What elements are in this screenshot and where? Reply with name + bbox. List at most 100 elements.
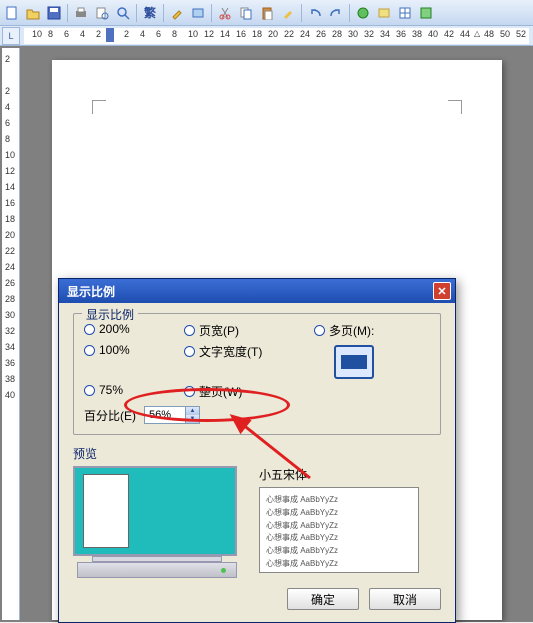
cut-icon[interactable]: [215, 3, 235, 23]
hr-icon[interactable]: [374, 3, 394, 23]
ok-button[interactable]: 确定: [287, 588, 359, 610]
ruler-tick: 28: [332, 29, 342, 39]
ruler-tick: 30: [5, 310, 15, 320]
brush-icon[interactable]: [167, 3, 187, 23]
ruler-tick: 2: [5, 86, 10, 96]
ruler-tick: 2: [5, 54, 10, 64]
sample-line: 心想事成 AaBbYyZz: [266, 507, 412, 520]
ruler-tick: 50: [500, 29, 510, 39]
sample-line: 心想事成 AaBbYyZz: [266, 532, 412, 545]
percent-label: 百分比(E): [84, 407, 136, 424]
ruler-tick: 34: [5, 342, 15, 352]
redo-icon[interactable]: [326, 3, 346, 23]
ruler-tick: 2: [124, 29, 129, 39]
ruler-tick: 24: [300, 29, 310, 39]
radio-wholepage[interactable]: 整页(W): [184, 383, 314, 400]
ruler-tick: 42: [444, 29, 454, 39]
horizontal-ruler[interactable]: 10 8 6 4 2 2 4 6 8 10 12 14 16 18 20 22 …: [24, 28, 529, 44]
vertical-ruler[interactable]: 2 2 4 6 8 10 12 14 16 18 20 22 24 26 28 …: [2, 48, 20, 620]
open-icon[interactable]: [23, 3, 43, 23]
ruler-tick: 34: [380, 29, 390, 39]
ruler-tick: 36: [5, 358, 15, 368]
group-title: 显示比例: [82, 306, 138, 323]
radio-75[interactable]: 75%: [84, 383, 184, 397]
zoom-group: 显示比例 200% 页宽(P) 多页(M): 100% 文字宽度(T) 75% …: [73, 313, 441, 435]
cancel-button[interactable]: 取消: [369, 588, 441, 610]
ruler-tick: 16: [236, 29, 246, 39]
zoom-dialog: 显示比例 ✕ 显示比例 200% 页宽(P) 多页(M): 100% 文字宽度(…: [58, 278, 456, 623]
dialog-title: 显示比例: [67, 283, 115, 300]
font-sample-label: 小五宋体: [259, 466, 419, 483]
sample-line: 心想事成 AaBbYyZz: [266, 494, 412, 507]
doc-icon[interactable]: [416, 3, 436, 23]
ruler-tick: 10: [188, 29, 198, 39]
format-icon[interactable]: [278, 3, 298, 23]
radio-100[interactable]: 100%: [84, 343, 184, 357]
ruler-tick: 6: [156, 29, 161, 39]
ruler-tick: 2: [96, 29, 101, 39]
ruler-tick: 12: [5, 166, 15, 176]
margin-corner-icon: [92, 100, 106, 114]
find-icon[interactable]: [188, 3, 208, 23]
ruler-tick: 6: [5, 118, 10, 128]
copy-icon[interactable]: [236, 3, 256, 23]
ruler-row: L 10 8 6 4 2 2 4 6 8 10 12 14 16 18 20 2…: [0, 26, 533, 46]
ruler-tick: 8: [48, 29, 53, 39]
ruler-tick: 4: [80, 29, 85, 39]
ruler-tick: 4: [5, 102, 10, 112]
ruler-tick: 4: [140, 29, 145, 39]
preview-icon[interactable]: [92, 3, 112, 23]
ruler-tick: 14: [5, 182, 15, 192]
ruler-tick: 8: [5, 134, 10, 144]
table-icon[interactable]: [395, 3, 415, 23]
link-icon[interactable]: [353, 3, 373, 23]
ruler-tick: 18: [252, 29, 262, 39]
radio-textwidth[interactable]: 文字宽度(T): [184, 343, 314, 360]
monitor-screen-icon: [73, 466, 237, 556]
undo-icon[interactable]: [305, 3, 325, 23]
ruler-corner-icon[interactable]: L: [2, 27, 20, 45]
preview-label: 预览: [73, 445, 441, 462]
ruler-tick: 32: [364, 29, 374, 39]
dialog-titlebar[interactable]: 显示比例 ✕: [59, 279, 455, 303]
paste-icon[interactable]: [257, 3, 277, 23]
spin-down-icon[interactable]: ▼: [185, 415, 199, 423]
print-icon[interactable]: [71, 3, 91, 23]
radio-pagewidth[interactable]: 页宽(P): [184, 322, 314, 339]
ruler-tick: 6: [64, 29, 69, 39]
ruler-tick: 24: [5, 262, 15, 272]
ruler-tick: 38: [5, 374, 15, 384]
sample-line: 心想事成 AaBbYyZz: [266, 520, 412, 533]
ruler-tick: 22: [5, 246, 15, 256]
save-icon[interactable]: [44, 3, 64, 23]
ruler-tick: 12: [204, 29, 214, 39]
sample-line: 心想事成 AaBbYyZz: [266, 545, 412, 558]
ruler-tick: 44: [460, 29, 470, 39]
sample-line: 心想事成 AaBbYyZz: [266, 558, 412, 571]
ruler-tick: 22: [284, 29, 294, 39]
percent-input[interactable]: 56% ▲ ▼: [144, 406, 200, 424]
new-icon[interactable]: [2, 3, 22, 23]
ruler-tick: 32: [5, 326, 15, 336]
ruler-tick: 36: [396, 29, 406, 39]
preview-monitor: [73, 466, 241, 578]
ruler-tick: 40: [428, 29, 438, 39]
ruler-tick: 48: [484, 29, 494, 39]
ruler-tick: 26: [316, 29, 326, 39]
margin-corner-icon: [448, 100, 462, 114]
close-button[interactable]: ✕: [433, 282, 451, 300]
spin-up-icon[interactable]: ▲: [185, 407, 199, 415]
ruler-tick: 10: [5, 150, 15, 160]
ruler-tick: 26: [5, 278, 15, 288]
radio-multipage[interactable]: 多页(M):: [314, 322, 430, 339]
zoom-icon[interactable]: [113, 3, 133, 23]
ruler-tick: 14: [220, 29, 230, 39]
traditional-icon[interactable]: 繁: [140, 3, 160, 23]
ruler-tick: 8: [172, 29, 177, 39]
ruler-tick: 20: [268, 29, 278, 39]
ruler-marker-icon[interactable]: [106, 28, 114, 42]
radio-200[interactable]: 200%: [84, 322, 184, 336]
preview-page-icon: [83, 474, 129, 548]
ruler-tick: 18: [5, 214, 15, 224]
multipage-icon[interactable]: [334, 345, 374, 379]
